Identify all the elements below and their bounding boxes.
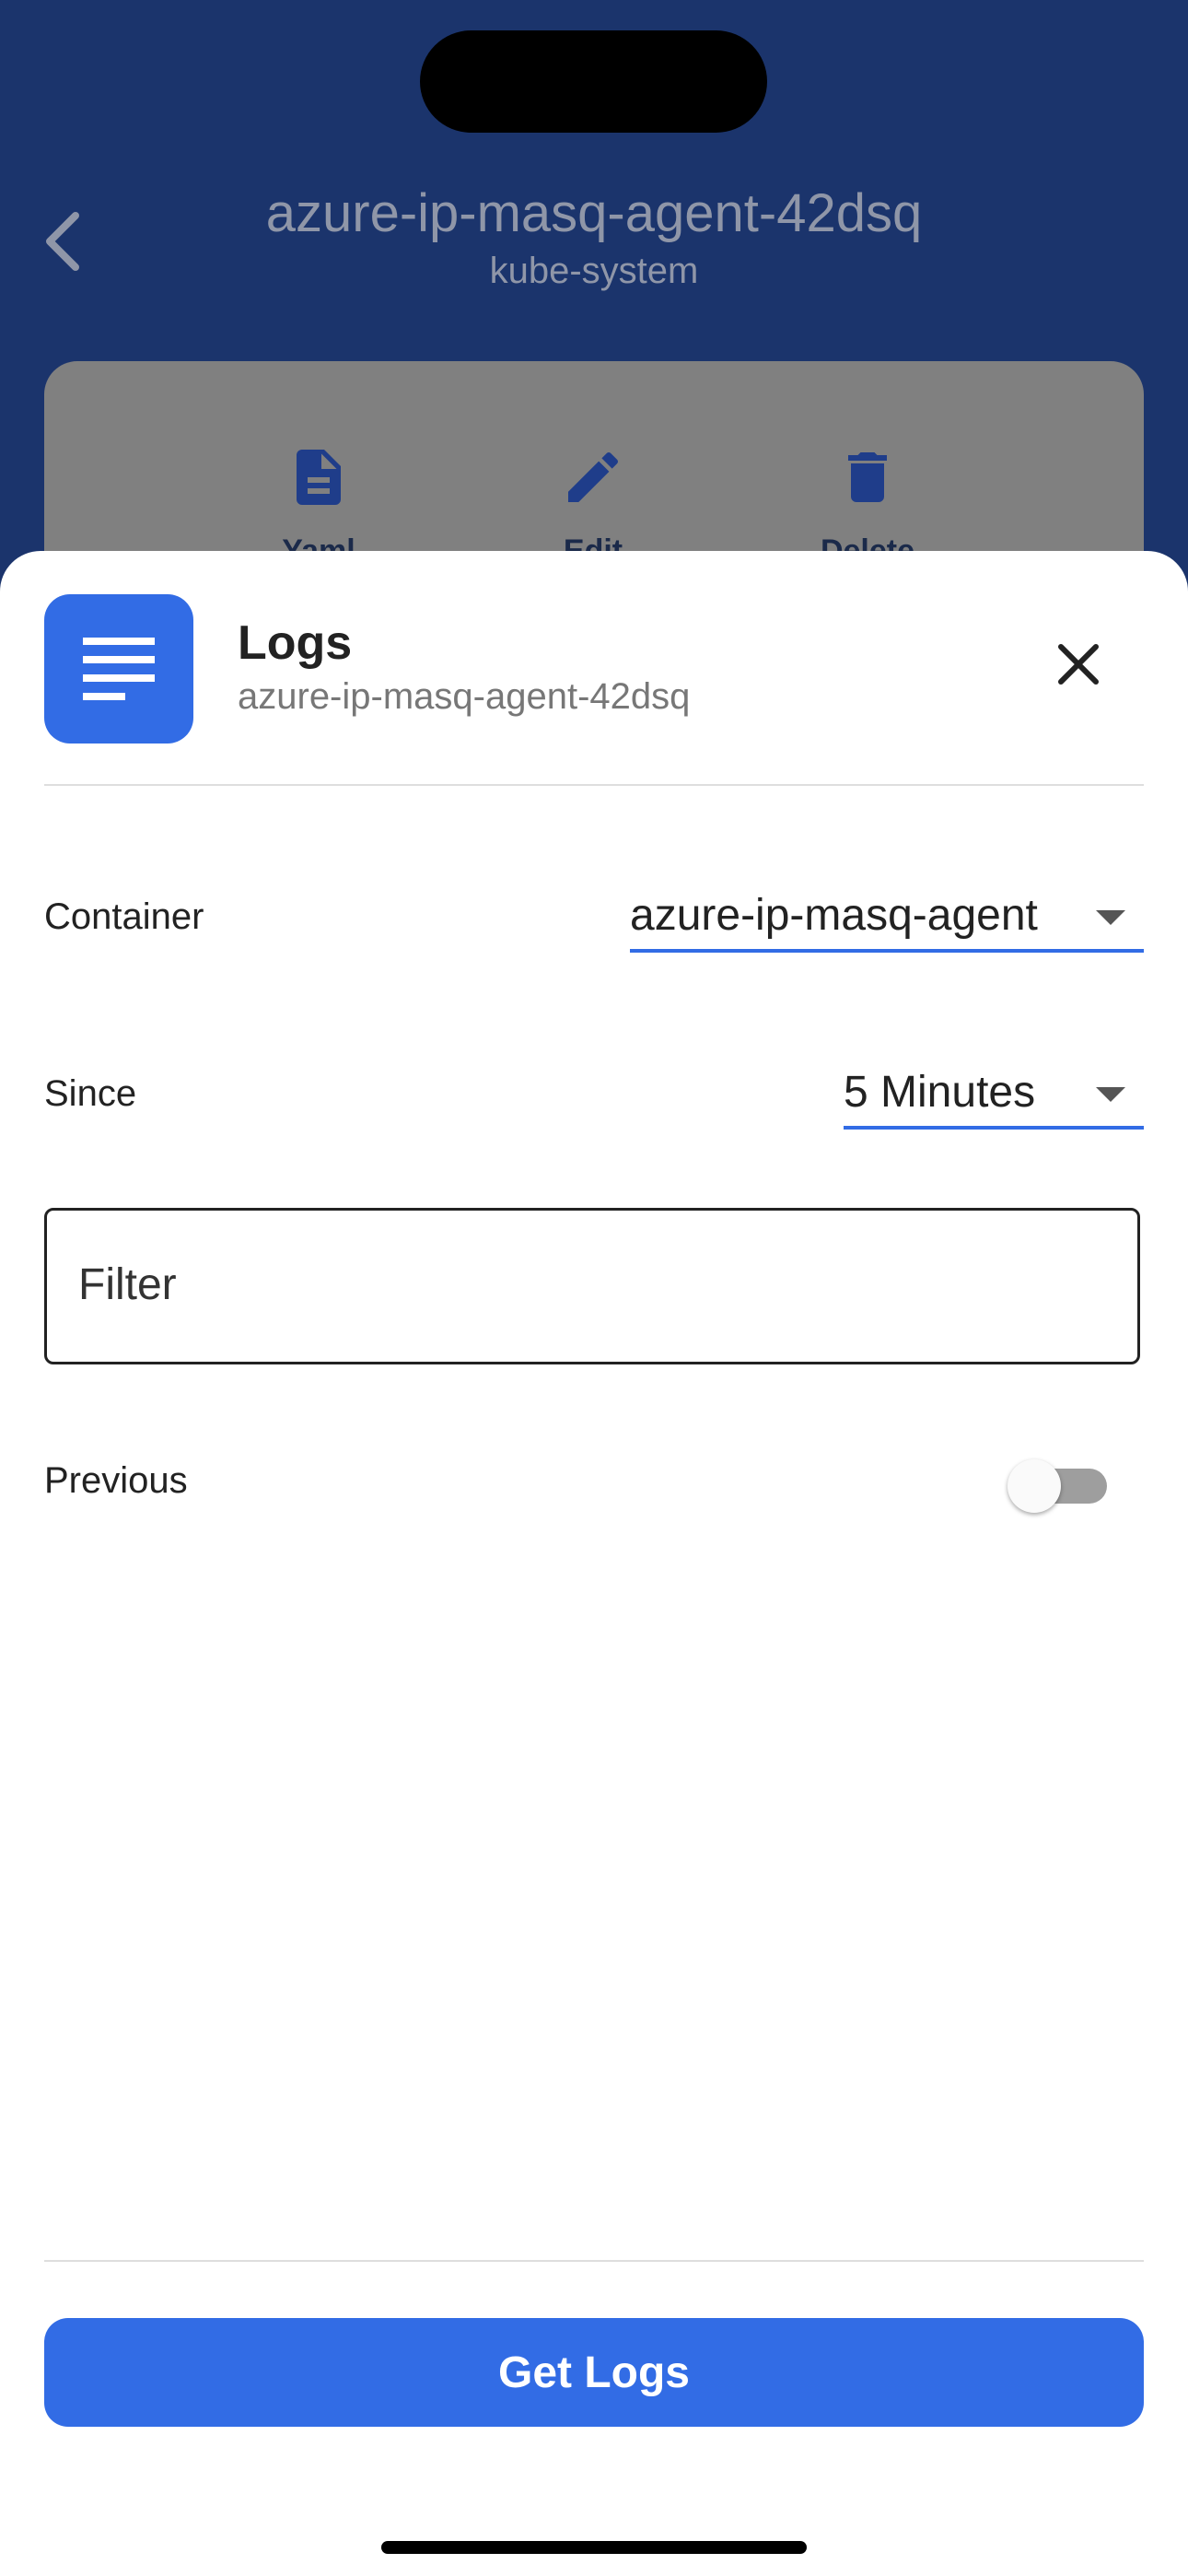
footer-divider <box>44 2260 1144 2262</box>
pencil-icon <box>568 451 619 502</box>
toggle-knob <box>1007 1459 1061 1513</box>
header-divider <box>44 784 1144 786</box>
previous-label: Previous <box>44 1460 188 1501</box>
close-button[interactable] <box>1046 632 1111 697</box>
sheet-title: Logs <box>238 616 353 670</box>
get-logs-button[interactable]: Get Logs <box>44 2318 1144 2427</box>
sheet-subtitle: azure-ip-masq-agent-42dsq <box>238 676 691 717</box>
previous-toggle[interactable] <box>1007 1458 1109 1513</box>
dynamic-island <box>420 30 767 133</box>
since-select-value: 5 Minutes <box>844 1068 1036 1117</box>
logs-bottom-sheet: Logs azure-ip-masq-agent-42dsq Container… <box>0 551 1188 2576</box>
container-label: Container <box>44 896 204 937</box>
close-icon <box>1058 644 1099 685</box>
container-select-value: azure-ip-masq-agent <box>630 891 1038 940</box>
filter-field[interactable] <box>44 1208 1140 1364</box>
pod-title: azure-ip-masq-agent-42dsq <box>265 183 923 243</box>
since-label: Since <box>44 1073 137 1114</box>
container-select[interactable]: azure-ip-masq-agent <box>630 890 1144 953</box>
chevron-down-icon <box>1096 1087 1125 1102</box>
since-select[interactable]: 5 Minutes <box>844 1067 1144 1130</box>
namespace-subtitle: kube-system <box>489 251 699 291</box>
filter-input[interactable] <box>78 1247 1091 1321</box>
trash-icon <box>848 452 887 502</box>
home-indicator <box>381 2541 807 2554</box>
document-icon <box>297 450 341 505</box>
chevron-down-icon <box>1096 910 1125 925</box>
logs-icon <box>44 594 193 744</box>
